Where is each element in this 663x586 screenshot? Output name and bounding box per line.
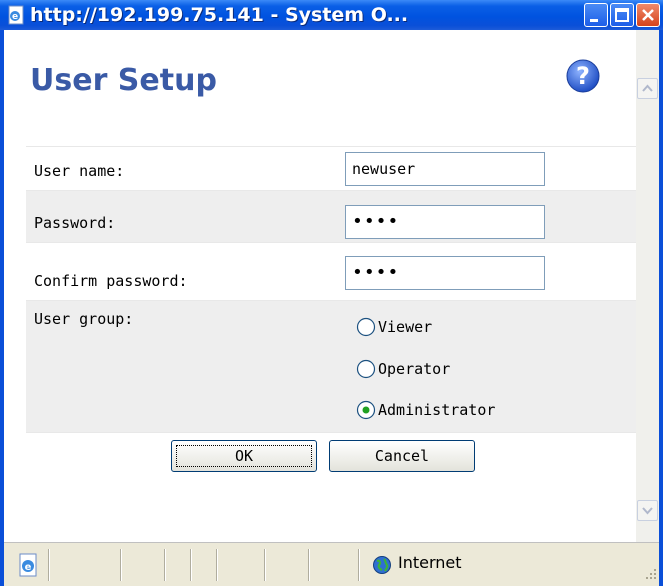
scroll-down-button[interactable] bbox=[637, 500, 658, 521]
password-input[interactable]: •••• bbox=[345, 205, 545, 239]
resize-grip-icon[interactable] bbox=[642, 565, 658, 581]
confirm-password-input[interactable]: •••• bbox=[345, 256, 545, 290]
radio-operator-circle[interactable] bbox=[356, 359, 376, 379]
vertical-scrollbar[interactable] bbox=[636, 30, 659, 542]
radio-viewer-label: Viewer bbox=[378, 318, 433, 336]
svg-text:e: e bbox=[12, 12, 18, 22]
user-name-input[interactable]: newuser bbox=[345, 152, 545, 186]
minimize-icon bbox=[590, 19, 598, 22]
title-bar[interactable]: e http://192.199.75.141 - System O... bbox=[0, 0, 663, 30]
minimize-button[interactable] bbox=[584, 3, 608, 27]
svg-text:?: ? bbox=[576, 62, 590, 90]
close-window-button[interactable] bbox=[636, 3, 660, 27]
radio-administrator-label: Administrator bbox=[378, 401, 496, 419]
status-divider bbox=[120, 549, 122, 581]
arrow-up-icon bbox=[642, 84, 653, 92]
status-divider bbox=[358, 549, 360, 581]
radio-administrator-circle[interactable] bbox=[356, 400, 376, 420]
maximize-icon bbox=[615, 8, 629, 22]
status-divider bbox=[164, 549, 166, 581]
close-icon bbox=[642, 9, 654, 21]
status-divider bbox=[216, 549, 218, 581]
radio-viewer-circle[interactable] bbox=[356, 317, 376, 337]
status-bar: e Internet bbox=[4, 542, 659, 586]
user-group-label: User group: bbox=[34, 310, 134, 328]
confirm-password-label: Confirm password: bbox=[34, 272, 188, 290]
globe-icon bbox=[373, 556, 391, 574]
window-title: http://192.199.75.141 - System O... bbox=[30, 4, 409, 26]
cancel-button-label: Cancel bbox=[374, 447, 430, 465]
status-divider bbox=[48, 549, 50, 581]
arrow-down-icon bbox=[642, 507, 653, 515]
svg-text:e: e bbox=[25, 562, 32, 573]
status-divider bbox=[190, 549, 192, 581]
radio-operator-label: Operator bbox=[378, 360, 451, 378]
ok-button[interactable]: OK bbox=[171, 440, 317, 472]
user-group-row: User group: bbox=[26, 300, 636, 432]
maximize-button[interactable] bbox=[610, 3, 634, 27]
password-label: Password: bbox=[34, 214, 116, 232]
cancel-button[interactable]: Cancel bbox=[329, 440, 475, 472]
security-zone-label: Internet bbox=[398, 553, 462, 572]
help-icon[interactable]: ? bbox=[565, 58, 601, 94]
ie-icon: e bbox=[19, 553, 37, 577]
user-name-label: User name: bbox=[34, 162, 125, 180]
scroll-up-button[interactable] bbox=[637, 78, 658, 99]
window-frame-right bbox=[659, 30, 663, 586]
popup-window: e http://192.199.75.141 - System O... Us… bbox=[0, 0, 663, 586]
status-divider bbox=[308, 549, 310, 581]
status-divider bbox=[264, 549, 266, 581]
page-title: User Setup bbox=[30, 63, 217, 98]
focus-rectangle bbox=[176, 445, 312, 467]
ie-page-icon: e bbox=[8, 5, 24, 25]
